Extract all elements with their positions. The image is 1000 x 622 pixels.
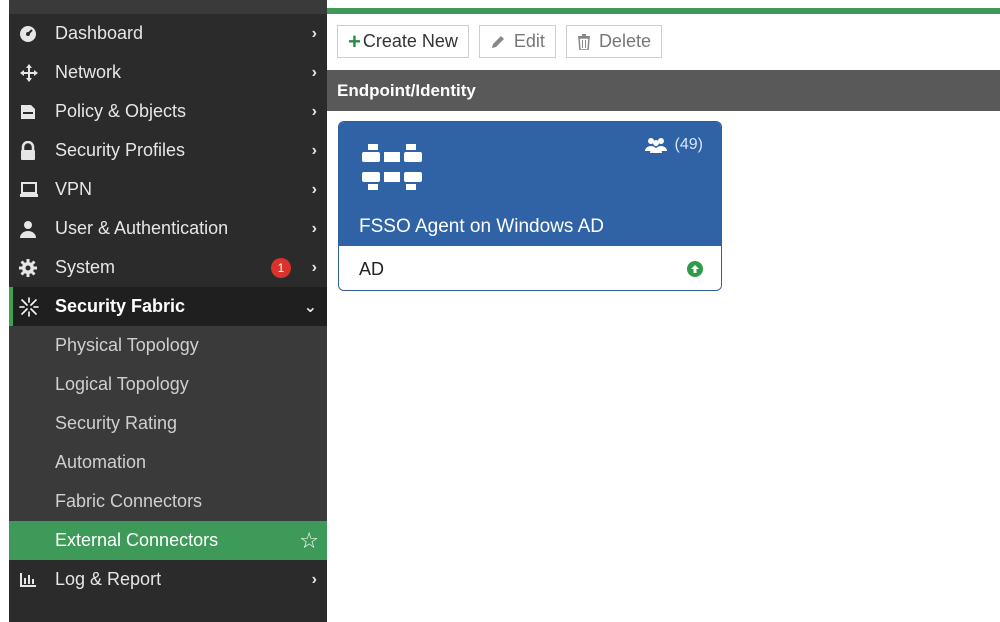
sidebar-subitem-label: Security Rating xyxy=(55,413,178,433)
sidebar-top-strip xyxy=(9,0,327,14)
delete-button[interactable]: Delete xyxy=(565,25,662,58)
sidebar-subitem-label: Physical Topology xyxy=(55,335,199,355)
chevron-right-icon: › xyxy=(311,102,317,120)
plus-icon: + xyxy=(348,28,361,54)
top-white-strip xyxy=(327,0,1000,8)
sidebar-item-security-profiles[interactable]: Security Profiles › xyxy=(9,131,327,170)
sidebar-item-policy-objects[interactable]: Policy & Objects › xyxy=(9,92,327,131)
dashboard-icon xyxy=(19,24,45,44)
card-title: FSSO Agent on Windows AD xyxy=(359,216,605,237)
status-up-icon xyxy=(687,261,703,277)
notification-badge: 1 xyxy=(271,257,291,278)
sidebar-item-label: Network xyxy=(55,62,122,82)
chevron-right-icon: › xyxy=(311,258,317,276)
toolbar: + Create New Edit Delete xyxy=(337,25,662,58)
sidebar-item-label: Security Profiles xyxy=(55,140,186,160)
create-new-button[interactable]: + Create New xyxy=(337,25,469,58)
policy-icon xyxy=(19,102,45,122)
user-icon xyxy=(19,219,45,239)
sidebar-item-network[interactable]: Network › xyxy=(9,53,327,92)
main-content: + Create New Edit Delete Endpoint/Identi… xyxy=(327,0,1000,622)
sidebar-item-security-fabric[interactable]: Security Fabric ⌄ xyxy=(9,287,327,326)
sidebar-subitem-security-rating[interactable]: Security Rating xyxy=(9,404,327,443)
section-header: Endpoint/Identity xyxy=(327,70,1000,111)
user-count-value: (49) xyxy=(674,136,703,153)
lock-icon xyxy=(19,140,45,161)
sidebar-subitem-label: Fabric Connectors xyxy=(55,491,203,511)
chevron-down-icon: ⌄ xyxy=(303,298,317,316)
sidebar-subitem-physical-topology[interactable]: Physical Topology xyxy=(9,326,327,365)
pencil-icon xyxy=(490,34,506,50)
sidebar-item-vpn[interactable]: VPN › xyxy=(9,170,327,209)
sidebar-item-log-report[interactable]: Log & Report › xyxy=(9,560,327,599)
chevron-right-icon: › xyxy=(311,24,317,42)
sidebar-subitem-logical-topology[interactable]: Logical Topology xyxy=(9,365,327,404)
fortinet-logo-icon xyxy=(362,144,422,195)
sidebar-item-system[interactable]: System 1 › xyxy=(9,248,327,287)
sidebar-subitem-label: External Connectors xyxy=(55,530,219,550)
move-arrows-icon xyxy=(19,63,45,83)
sidebar-item-dashboard[interactable]: Dashboard › xyxy=(9,14,327,53)
chevron-right-icon: › xyxy=(311,570,317,588)
sidebar-subitem-external-connectors[interactable]: External Connectors ☆ xyxy=(9,521,327,560)
sidebar-edge xyxy=(0,0,9,622)
sidebar-item-label: User & Authentication xyxy=(55,218,229,238)
section-title: Endpoint/Identity xyxy=(337,80,476,100)
trash-icon xyxy=(577,33,591,50)
sidebar-subitem-label: Logical Topology xyxy=(55,374,189,394)
connector-card[interactable]: (49) FSSO Agent on Windows AD AD xyxy=(338,121,722,291)
create-new-label: Create New xyxy=(362,31,458,51)
chevron-right-icon: › xyxy=(311,63,317,81)
card-footer-label: AD xyxy=(359,258,385,279)
sidebar-subitem-automation[interactable]: Automation xyxy=(9,443,327,482)
laptop-icon xyxy=(19,180,45,200)
chevron-right-icon: › xyxy=(311,219,317,237)
sidebar-nav: Dashboard › Network › Policy & Objects ›… xyxy=(9,14,327,599)
sidebar-item-label: Dashboard xyxy=(55,23,144,43)
sidebar-item-label: VPN xyxy=(55,179,93,199)
sidebar-item-label: Policy & Objects xyxy=(55,101,187,121)
sidebar-item-label: Security Fabric xyxy=(55,296,186,316)
sidebar-subitem-label: Automation xyxy=(55,452,147,472)
card-footer: AD xyxy=(339,246,721,290)
gear-icon xyxy=(19,258,45,278)
sidebar-item-label: Log & Report xyxy=(55,569,162,589)
star-icon[interactable]: ☆ xyxy=(299,528,319,554)
users-icon xyxy=(644,137,667,153)
edit-button[interactable]: Edit xyxy=(478,25,556,58)
security-fabric-icon xyxy=(19,296,45,317)
card-header: (49) FSSO Agent on Windows AD xyxy=(339,122,721,246)
edit-label: Edit xyxy=(513,31,545,51)
bar-chart-icon xyxy=(19,570,45,590)
delete-label: Delete xyxy=(598,31,651,51)
sidebar: Dashboard › Network › Policy & Objects ›… xyxy=(0,0,327,622)
chevron-right-icon: › xyxy=(311,180,317,198)
chevron-right-icon: › xyxy=(311,141,317,159)
sidebar-item-user-authentication[interactable]: User & Authentication › xyxy=(9,209,327,248)
user-count: (49) xyxy=(644,136,703,154)
sidebar-subitem-fabric-connectors[interactable]: Fabric Connectors xyxy=(9,482,327,521)
